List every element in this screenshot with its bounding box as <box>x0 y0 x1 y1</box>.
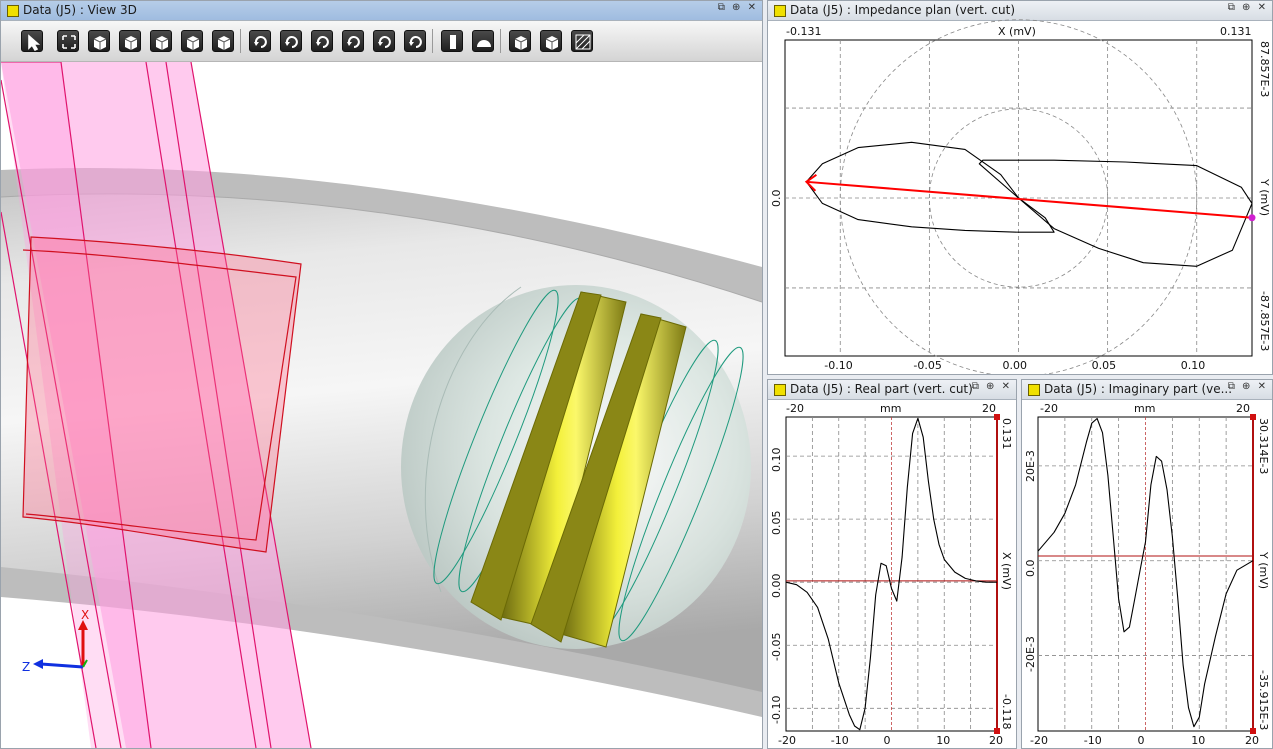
x-tick-label: -20 <box>1030 734 1048 747</box>
y-axis-label: Y (mV) <box>1257 552 1270 590</box>
x-tick-label: 0.00 <box>1002 359 1028 372</box>
y-zero-label: 0.0 <box>770 189 783 208</box>
x-tick-label: -10 <box>830 734 849 747</box>
view-front-icon[interactable] <box>88 30 110 52</box>
toolbar-separator <box>432 29 433 53</box>
y-tick-label: 0.0 <box>1024 559 1037 577</box>
axis-x-label: X <box>81 608 90 622</box>
x-tick-label: 10 <box>1191 734 1206 747</box>
y-axis-label: Y (mV) <box>1258 179 1271 217</box>
x-tick-label: 0 <box>883 734 891 747</box>
view3d-title: Data (J5) : View 3D <box>23 3 137 17</box>
real-plot[interactable] <box>768 380 1017 749</box>
view-side-icon[interactable] <box>119 30 141 52</box>
window-color-swatch <box>7 5 19 17</box>
x-tick-label: -0.10 <box>824 359 853 372</box>
x-tick-label: 0.10 <box>1180 359 1206 372</box>
x-tick-label: 0.05 <box>1091 359 1117 372</box>
view3d-toolbar <box>1 21 762 62</box>
rotate-ccw-icon[interactable] <box>373 30 395 52</box>
y-min-label: -87.857E-3 <box>1258 291 1271 352</box>
y-max-label: 0.131 <box>1000 418 1013 450</box>
protractor-icon[interactable] <box>472 30 494 52</box>
select-tool-icon[interactable] <box>21 30 43 52</box>
view3d-pane: Data (J5) : View 3D ⧉ ⊕ ✕ X Z <box>0 0 763 749</box>
impedance-pane: Data (J5) : Impedance plan (vert. cut) ⧉… <box>767 0 1273 375</box>
rotate-left-icon[interactable] <box>249 30 271 52</box>
y-tick-label: 20E-3 <box>1024 449 1037 482</box>
y-tick-label: 0.00 <box>770 573 783 599</box>
hatch-icon[interactable] <box>571 30 593 52</box>
ruler-icon[interactable] <box>441 30 463 52</box>
x-tick-label: -20 <box>778 734 796 747</box>
y-tick-label: 0.05 <box>770 510 783 536</box>
imag-plot[interactable] <box>1022 380 1273 749</box>
fit-view-icon[interactable] <box>57 30 79 52</box>
toolbar-separator <box>500 29 501 53</box>
vector-origin-point <box>1248 214 1256 222</box>
wireframe-icon[interactable] <box>509 30 531 52</box>
view-iso-icon[interactable] <box>181 30 203 52</box>
toolbar-separator <box>240 29 241 53</box>
view-box-icon[interactable] <box>212 30 234 52</box>
axis-z-label: Z <box>22 660 31 674</box>
solid-icon[interactable] <box>540 30 562 52</box>
imag-pane: Data (J5) : Imaginary part (ve... ⧉ ⊕ ✕ … <box>1021 379 1273 749</box>
x-tick-label: 0 <box>1137 734 1145 747</box>
rotate-cw-icon[interactable] <box>404 30 426 52</box>
x-tick-label: -10 <box>1083 734 1102 747</box>
y-tick-label: -0.10 <box>770 695 783 725</box>
y-tick-label: 0.10 <box>770 447 783 473</box>
x-tick-label: 20 <box>1245 734 1259 747</box>
y-max-label: 30.314E-3 <box>1257 418 1270 475</box>
x-tick-label: 20 <box>989 734 1003 747</box>
x-tick-label: -0.05 <box>913 359 942 372</box>
rotate-down-icon[interactable] <box>342 30 364 52</box>
3d-viewport[interactable] <box>1 62 762 748</box>
axis-handle-top <box>1250 414 1256 420</box>
view-top-icon[interactable] <box>150 30 172 52</box>
real-pane: Data (J5) : Real part (vert. cut) ⧉ ⊕ ✕ … <box>767 379 1017 749</box>
y-tick-label: -0.05 <box>770 632 783 662</box>
y-min-label: -35.915E-3 <box>1257 670 1270 731</box>
y-axis-label: X (mV) <box>1000 552 1013 590</box>
y-tick-label: -20E-3 <box>1024 635 1037 672</box>
y-min-label: -0.118 <box>1000 694 1013 730</box>
impedance-plot[interactable] <box>768 1 1273 375</box>
rotate-up-icon[interactable] <box>311 30 333 52</box>
y-max-label: 87.857E-3 <box>1258 41 1271 98</box>
view3d-titlebar[interactable]: Data (J5) : View 3D ⧉ ⊕ ✕ <box>1 1 762 21</box>
x-tick-label: 10 <box>936 734 951 747</box>
window-buttons[interactable]: ⧉ ⊕ ✕ <box>718 2 758 13</box>
rotate-right-icon[interactable] <box>280 30 302 52</box>
